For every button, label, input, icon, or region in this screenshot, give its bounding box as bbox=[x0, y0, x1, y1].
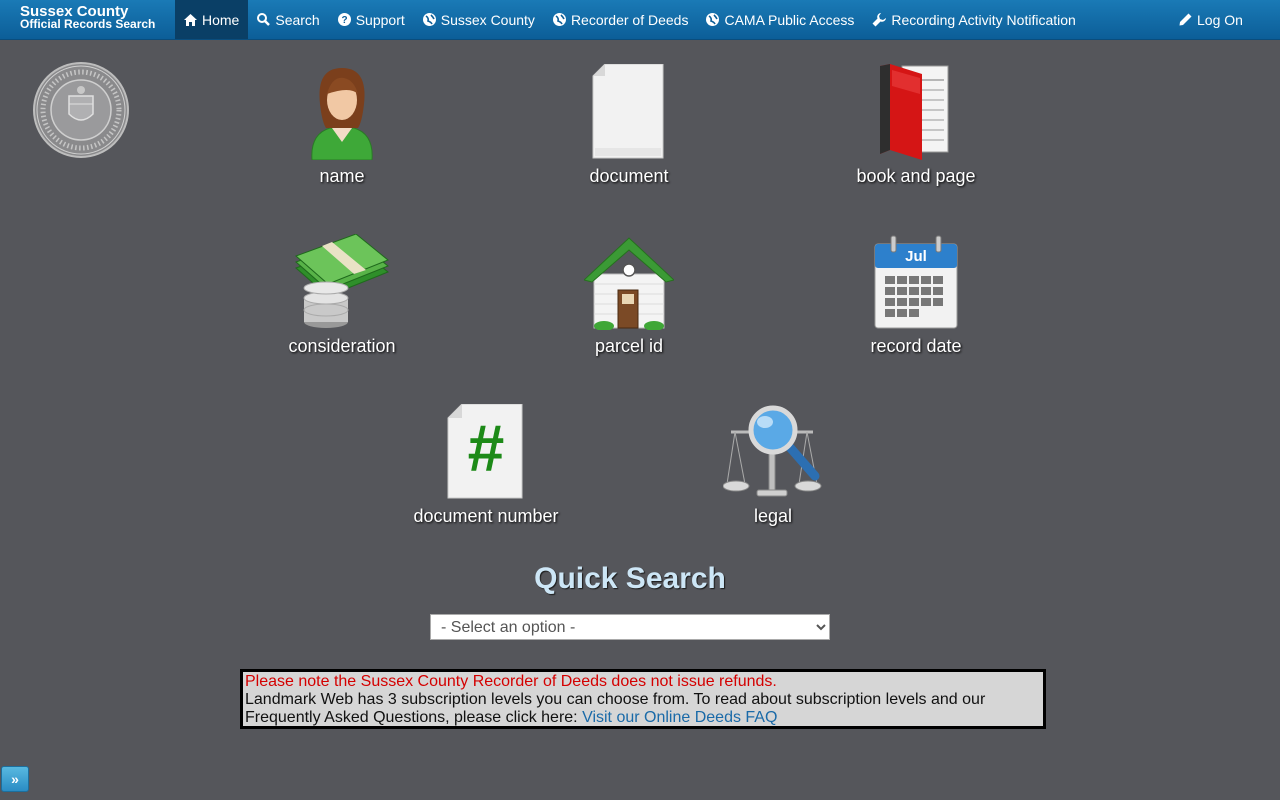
refund-notice: Please note the Sussex County Recorder o… bbox=[245, 673, 777, 690]
tile-label: legal bbox=[753, 506, 793, 526]
tile-label: consideration bbox=[288, 336, 396, 356]
nav-recorder-of-deeds[interactable]: Recorder of Deeds bbox=[544, 0, 698, 39]
nav-menu: Home Search ? Support Sussex County Reco… bbox=[175, 0, 1085, 39]
wrench-icon bbox=[872, 12, 887, 27]
brand[interactable]: Sussex County Official Records Search bbox=[20, 4, 156, 31]
search-tile-record-date[interactable]: Jul record date bbox=[816, 234, 1016, 357]
globe-icon bbox=[422, 13, 436, 26]
globe-icon bbox=[706, 13, 720, 26]
house-icon bbox=[584, 237, 674, 330]
nav-log-on[interactable]: Log On bbox=[1170, 0, 1252, 39]
top-navbar: Sussex County Official Records Search Ho… bbox=[0, 0, 1280, 40]
nav-sussex-county[interactable]: Sussex County bbox=[414, 0, 544, 39]
nav-notify-label: Recording Activity Notification bbox=[891, 11, 1076, 28]
nav-right: Log On bbox=[1170, 0, 1252, 39]
globe-icon bbox=[552, 13, 566, 26]
search-tile-document[interactable]: document bbox=[529, 64, 729, 187]
notice-box: Please note the Sussex County Recorder o… bbox=[240, 669, 1046, 729]
nav-support[interactable]: ? Support bbox=[329, 0, 414, 39]
book-icon bbox=[880, 64, 949, 160]
search-tile-document-number[interactable]: # document number bbox=[386, 404, 586, 527]
search-tile-book-and-page[interactable]: book and page bbox=[816, 64, 1016, 187]
brand-subtitle: Official Records Search bbox=[20, 17, 156, 31]
search-tile-consideration[interactable]: consideration bbox=[242, 234, 442, 357]
tile-label: book and page bbox=[856, 166, 976, 186]
quick-search-title: Quick Search bbox=[534, 562, 726, 595]
tile-label: parcel id bbox=[594, 336, 664, 356]
tile-label: document number bbox=[413, 506, 559, 526]
search-icon bbox=[257, 13, 271, 26]
nav-recording-activity-notification[interactable]: Recording Activity Notification bbox=[863, 0, 1084, 39]
nav-cama-label: CAMA Public Access bbox=[724, 11, 855, 28]
nav-search[interactable]: Search bbox=[248, 0, 328, 39]
nav-home[interactable]: Home bbox=[175, 0, 249, 39]
calendar-month: Jul bbox=[905, 248, 927, 265]
search-tile-name[interactable]: name bbox=[242, 64, 442, 187]
person-icon bbox=[311, 68, 373, 160]
county-seal-logo bbox=[33, 62, 129, 158]
scales-magnifier-icon bbox=[723, 405, 822, 497]
nav-home-label: Home bbox=[202, 11, 240, 28]
nav-logon-label: Log On bbox=[1197, 11, 1243, 28]
tile-label: document bbox=[589, 166, 669, 186]
svg-text:?: ? bbox=[341, 15, 347, 26]
tile-label: record date bbox=[870, 336, 962, 356]
quick-search-select[interactable]: - Select an option - bbox=[430, 614, 830, 640]
home-icon bbox=[184, 13, 197, 26]
nav-recorder-label: Recorder of Deeds bbox=[570, 11, 689, 28]
nav-cama-public-access[interactable]: CAMA Public Access bbox=[697, 0, 863, 39]
question-circle-icon: ? bbox=[337, 13, 351, 26]
pencil-icon bbox=[1179, 13, 1192, 26]
money-icon bbox=[295, 234, 389, 328]
nav-sussex-label: Sussex County bbox=[440, 11, 535, 28]
document-icon bbox=[592, 64, 664, 159]
faq-link[interactable]: Visit our Online Deeds FAQ bbox=[582, 709, 777, 726]
nav-search-label: Search bbox=[275, 11, 320, 28]
hash-glyph: # bbox=[467, 411, 505, 485]
search-tile-parcel-id[interactable]: parcel id bbox=[529, 234, 729, 357]
search-tile-legal[interactable]: legal bbox=[673, 404, 873, 527]
expand-panel-button[interactable]: » bbox=[1, 766, 29, 792]
nav-support-label: Support bbox=[355, 11, 405, 28]
tile-label: name bbox=[319, 166, 365, 186]
